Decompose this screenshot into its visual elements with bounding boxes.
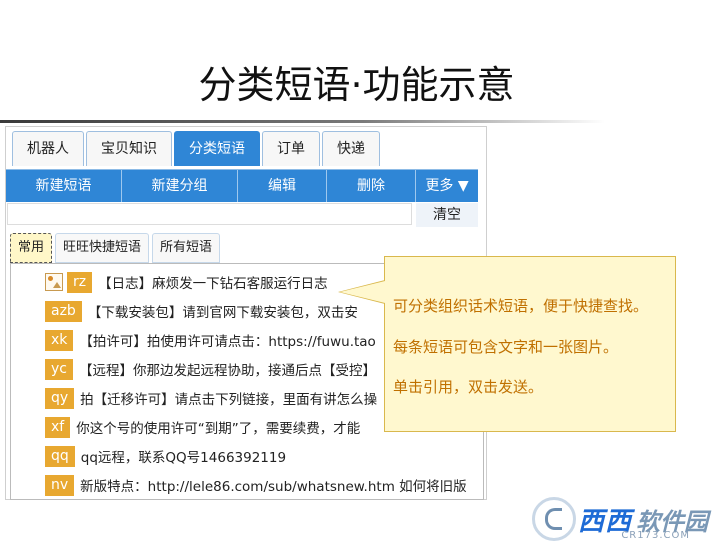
phrase-code: qq — [45, 445, 75, 467]
logo-domain: CR173.COM — [621, 530, 690, 541]
phrase-code: xk — [45, 329, 74, 351]
callout-line-1: 可分类组织话术短语，便于快捷查找。 — [393, 297, 649, 315]
phrase-text: 你这个号的使用许可“到期”了，需要续费，才能 — [76, 421, 361, 437]
slide-title: 分类短语·功能示意 — [198, 63, 515, 107]
tab-robot[interactable]: 机器人 — [12, 131, 84, 166]
phrase-text: 【下载安装包】请到官网下载安装包，双击安 — [87, 305, 358, 321]
callout-line-2: 每条短语可包含文字和一张图片。 — [393, 338, 619, 356]
tab-orders[interactable]: 订单 — [262, 131, 320, 166]
search-input[interactable] — [7, 203, 412, 225]
phrase-code: qy — [45, 387, 75, 409]
list-item[interactable]: rz 【日志】麻烦发一下钻石客服运行日志 — [45, 270, 328, 294]
phrase-text: 拍【迁移许可】请点击下列链接，里面有讲怎么操 — [80, 392, 378, 408]
tab-express[interactable]: 快递 — [322, 131, 380, 166]
list-item[interactable]: yc 【远程】你那边发起远程协助，接通后点【受控】 — [45, 357, 376, 381]
phrase-code: xf — [45, 416, 71, 438]
list-item[interactable]: azb 【下载安装包】请到官网下载安装包，双击安 — [45, 299, 358, 323]
phrase-text: 【日志】麻烦发一下钻石客服运行日志 — [98, 276, 328, 292]
subtab-wangwang-quick[interactable]: 旺旺快捷短语 — [55, 233, 150, 263]
more-dropdown-button[interactable]: 更多 ▼ — [416, 170, 478, 202]
search-row: 清空 — [6, 202, 478, 228]
phrase-code: azb — [45, 300, 82, 322]
list-item[interactable]: qy 拍【迁移许可】请点击下列链接，里面有讲怎么操 — [45, 386, 377, 410]
phrase-text: 【远程】你那边发起远程协助，接通后点【受控】 — [78, 363, 376, 379]
callout-pointer-fill — [340, 281, 385, 303]
edit-button[interactable]: 编辑 — [238, 170, 327, 202]
list-item[interactable]: qq qq远程，联系QQ号1466392119 — [45, 444, 286, 468]
tab-product-knowledge[interactable]: 宝贝知识 — [86, 131, 172, 166]
toolbar: 新建短语 新建分组 编辑 删除 更多 ▼ — [6, 169, 478, 202]
feature-callout: 可分类组织话术短语，便于快捷查找。 每条短语可包含文字和一张图片。 单击引用，双… — [384, 256, 676, 432]
clear-button[interactable]: 清空 — [416, 203, 478, 227]
main-tabs: 机器人 宝贝知识 分类短语 订单 快递 — [12, 129, 382, 167]
callout-line-3: 单击引用，双击发送。 — [393, 378, 544, 396]
phrase-code: rz — [67, 271, 93, 293]
image-icon — [45, 273, 63, 291]
phrase-code: yc — [45, 358, 73, 380]
phrase-code: nv — [45, 474, 75, 496]
list-item[interactable]: xf 你这个号的使用许可“到期”了，需要续费，才能 — [45, 415, 360, 439]
list-item[interactable]: nv 新版特点：http://lele86.com/sub/whatsnew.h… — [45, 473, 467, 497]
delete-button[interactable]: 删除 — [327, 170, 416, 202]
phrase-text: 【拍许可】拍使用许可请点击：https://fuwu.tao — [79, 334, 376, 350]
list-item[interactable]: xk 【拍许可】拍使用许可请点击：https://fuwu.tao — [45, 328, 376, 352]
phrase-text: 新版特点：http://lele86.com/sub/whatsnew.htm … — [80, 479, 467, 495]
sub-tabs: 常用 旺旺快捷短语 所有短语 — [10, 233, 223, 263]
phrase-text: qq远程，联系QQ号1466392119 — [80, 450, 287, 466]
tab-category-phrases[interactable]: 分类短语 — [174, 131, 260, 166]
site-logo: 西西 软件园 CR173.COM — [512, 495, 708, 543]
title-divider — [0, 120, 605, 123]
new-phrase-button[interactable]: 新建短语 — [6, 170, 122, 202]
subtab-common[interactable]: 常用 — [10, 233, 53, 263]
subtab-all-phrases[interactable]: 所有短语 — [152, 233, 221, 263]
logo-mark-icon — [531, 497, 576, 541]
new-group-button[interactable]: 新建分组 — [122, 170, 238, 202]
